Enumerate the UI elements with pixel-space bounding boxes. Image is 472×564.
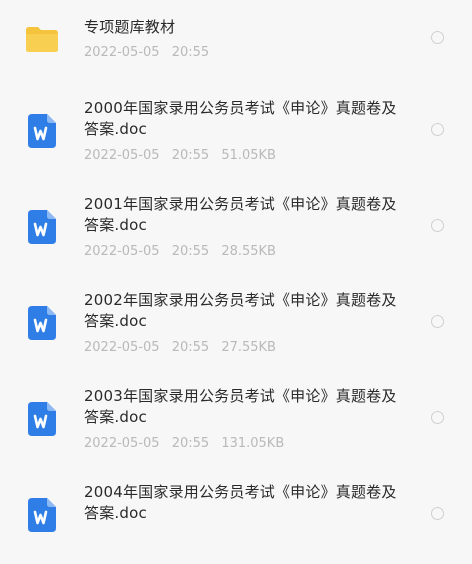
file-meta: 2022-05-05 20:55 27.55KB [84, 339, 284, 357]
file-name: 2001年国家录用公务员考试《申论》真题卷及答案.doc [84, 195, 397, 234]
file-row[interactable]: 2002年国家录用公务员考试《申论》真题卷及答案.doc 2022-05-05 … [0, 276, 472, 372]
file-time: 20:55 [171, 148, 210, 163]
folder-icon [26, 27, 58, 52]
file-time: 20:55 [171, 340, 210, 355]
file-list: 专项题库教材 2022-05-05 20:55 2000年国家录用公务员考试《申… [0, 0, 472, 532]
file-row[interactable]: 2004年国家录用公务员考试《申论》真题卷及答案.doc [0, 468, 472, 564]
word-doc-icon [28, 402, 56, 436]
file-row-folder[interactable]: 专项题库教材 2022-05-05 20:55 [0, 0, 472, 84]
file-meta: 2022-05-05 20:55 51.05KB [84, 147, 284, 165]
file-size: 131.05KB [221, 436, 285, 451]
word-doc-icon [28, 306, 56, 340]
file-name: 2004年国家录用公务员考试《申论》真题卷及答案.doc [84, 483, 397, 522]
file-meta: 2022-05-05 20:55 [84, 44, 217, 62]
file-size: 27.55KB [221, 340, 276, 355]
select-radio[interactable] [431, 507, 444, 520]
file-name: 2003年国家录用公务员考试《申论》真题卷及答案.doc [84, 387, 397, 426]
file-time: 20:55 [171, 45, 210, 60]
select-radio[interactable] [431, 31, 444, 44]
file-name: 2000年国家录用公务员考试《申论》真题卷及答案.doc [84, 99, 397, 138]
word-doc-icon [28, 114, 56, 148]
file-time: 20:55 [171, 244, 210, 259]
file-meta: 2022-05-05 20:55 28.55KB [84, 243, 284, 261]
select-radio[interactable] [431, 219, 444, 232]
select-radio[interactable] [431, 123, 444, 136]
file-row[interactable]: 2001年国家录用公务员考试《申论》真题卷及答案.doc 2022-05-05 … [0, 180, 472, 276]
file-size: 51.05KB [221, 148, 276, 163]
select-radio[interactable] [431, 411, 444, 424]
file-size: 28.55KB [221, 244, 276, 259]
select-radio[interactable] [431, 315, 444, 328]
word-doc-icon [28, 498, 56, 532]
file-name: 2002年国家录用公务员考试《申论》真题卷及答案.doc [84, 291, 397, 330]
file-time: 20:55 [171, 436, 210, 451]
file-date: 2022-05-05 [84, 244, 160, 259]
file-date: 2022-05-05 [84, 148, 160, 163]
file-name: 专项题库教材 [84, 18, 176, 36]
word-doc-icon [28, 210, 56, 244]
file-row[interactable]: 2000年国家录用公务员考试《申论》真题卷及答案.doc 2022-05-05 … [0, 84, 472, 180]
file-meta: 2022-05-05 20:55 131.05KB [84, 435, 292, 453]
file-row[interactable]: 2003年国家录用公务员考试《申论》真题卷及答案.doc 2022-05-05 … [0, 372, 472, 468]
file-date: 2022-05-05 [84, 45, 160, 60]
file-date: 2022-05-05 [84, 436, 160, 451]
file-date: 2022-05-05 [84, 340, 160, 355]
